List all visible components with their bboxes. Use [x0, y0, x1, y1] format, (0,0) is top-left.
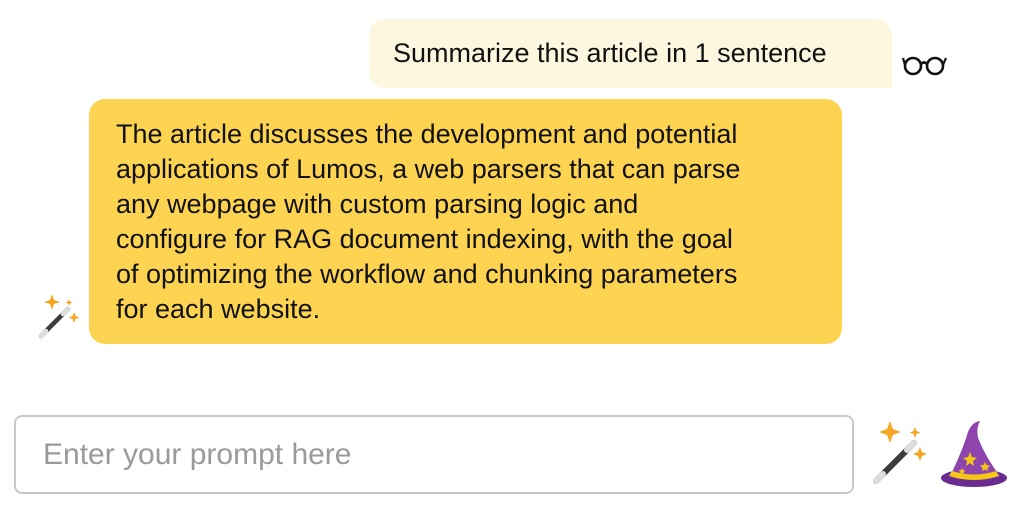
assistant-message-line: applications of Lumos, a web parsers tha…	[116, 154, 741, 184]
prompt-input[interactable]	[14, 415, 854, 494]
assistant-message-line: The article discusses the development an…	[116, 119, 738, 149]
assistant-message-line: of optimizing the workflow and chunking …	[116, 259, 738, 289]
assistant-message-line: any webpage with custom parsing logic an…	[116, 189, 639, 219]
user-message-text: Summarize this article in 1 sentence	[393, 38, 827, 68]
assistant-message-bubble: The article discusses the development an…	[89, 99, 842, 344]
magic-wand-icon	[870, 421, 930, 487]
user-message-bubble: Summarize this article in 1 sentence	[369, 19, 892, 88]
glasses-icon	[902, 50, 948, 80]
assistant-message-line: for each website.	[116, 294, 321, 324]
wizard-button[interactable]	[938, 418, 1010, 490]
wizard-hat-icon	[938, 418, 1010, 490]
submit-magic-wand-button[interactable]	[870, 421, 930, 487]
chat-window: Summarize this article in 1 sentence The…	[0, 0, 1028, 508]
magic-wand-icon	[36, 294, 82, 340]
assistant-message-line: configure for RAG document indexing, wit…	[116, 224, 733, 254]
